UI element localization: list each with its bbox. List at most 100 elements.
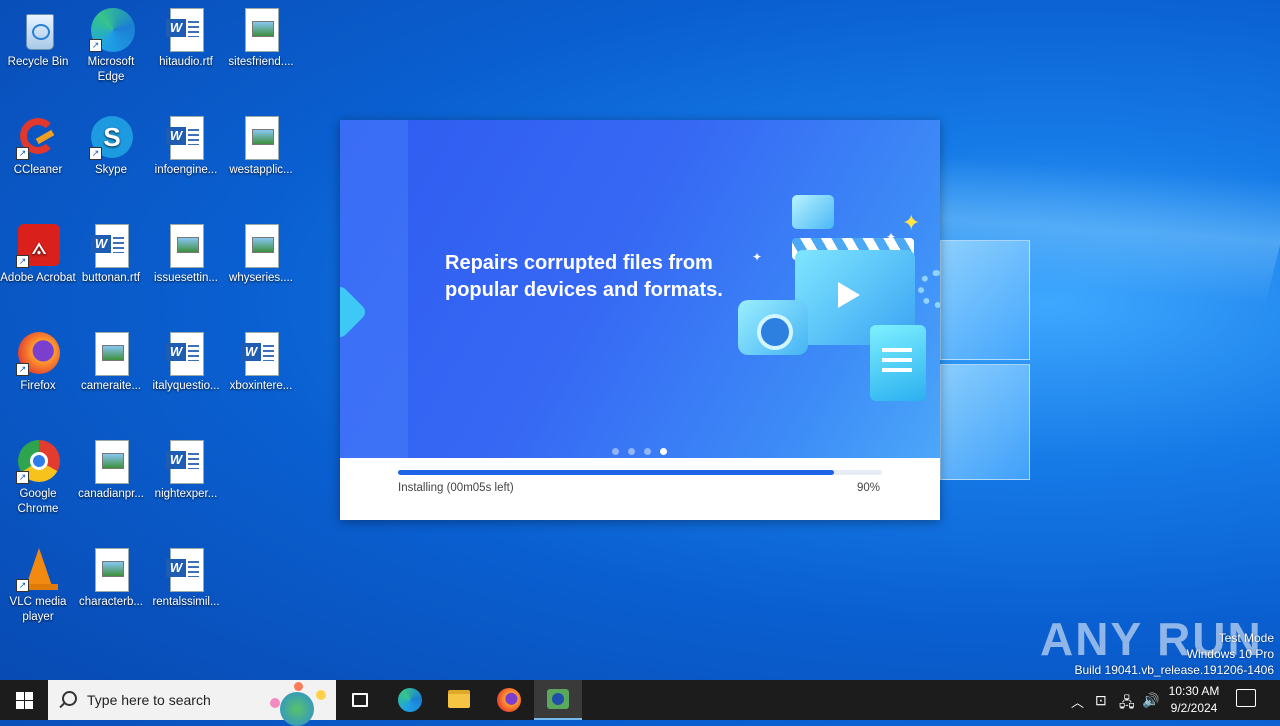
edge-icon [398,688,422,712]
network-icon[interactable]: 🖧 [1119,692,1135,716]
desktop-icon-label: nightexper... [154,488,218,500]
taskbar: Type here to search ︿ ⊡ 🖧 🔊 10:30 AM 9/2… [0,680,1280,726]
image-file-icon [89,548,133,592]
install-status-text: Installing (00m05s left) [398,482,514,494]
installer-window[interactable]: Repairs corrupted files from popular dev… [340,120,940,520]
desktop-icon-label: Adobe Acrobat [0,272,76,284]
firefox-icon [497,688,521,712]
taskbar-search-box[interactable]: Type here to search [48,680,336,726]
desktop-icon-label: hitaudio.rtf [159,56,213,68]
desktop-icon-label: Recycle Bin [7,56,69,68]
desktop-icon-infoengine[interactable]: W infoengine... [148,116,224,178]
shortcut-arrow-icon: ↗ [16,363,29,376]
desktop-icon-google-chrome[interactable]: ↗ Google Chrome [0,440,76,517]
skype-icon: S ↗ [89,116,133,160]
installer-icon-badge [552,693,564,705]
image-file-icon [89,440,133,484]
desktop-icon-buttonan[interactable]: W buttonan.rtf [73,224,149,286]
desktop-icon-label: westapplic... [229,164,293,176]
word-document-icon: W [164,8,208,52]
image-file-icon [239,224,283,268]
desktop-icon-label: Microsoft Edge [87,56,135,83]
play-icon [838,282,860,308]
desktop-icon-issuesettin[interactable]: issuesettin... [148,224,224,286]
chrome-icon: ↗ [16,440,60,484]
vlc-cone-icon: ↗ [16,548,60,592]
windows-wallpaper-logo [930,240,1030,480]
desktop-icon-westapplic[interactable]: westapplic... [223,116,299,178]
desktop-icon-xboxintere[interactable]: W xboxintere... [223,332,299,394]
word-document-icon: W [164,116,208,160]
desktop-icon-whyseries[interactable]: whyseries.... [223,224,299,286]
taskbar-file-explorer-button[interactable] [435,680,483,720]
desktop-icon-canadianpr[interactable]: canadianpr... [73,440,149,502]
desktop-icon-vlc[interactable]: ↗ VLC media player [0,548,76,625]
desktop-icon-label: cameraite... [80,380,142,392]
shortcut-arrow-icon: ↗ [16,147,29,160]
slide-dot[interactable] [612,448,619,455]
desktop-icon-ccleaner[interactable]: ↗ CCleaner [0,116,76,178]
task-view-button[interactable] [336,680,384,720]
slide-dot[interactable] [628,448,635,455]
image-file-icon [239,116,283,160]
camera-lens-icon [757,314,793,350]
desktop-icon-skype[interactable]: S ↗ Skype [73,116,149,178]
taskbar-edge-button[interactable] [386,680,434,720]
recycle-bin-icon [16,8,60,52]
word-document-icon: W [164,332,208,376]
meet-now-icon[interactable]: ⊡ [1095,692,1107,709]
shortcut-arrow-icon: ↗ [16,471,29,484]
firefox-icon: ↗ [16,332,60,376]
desktop-icon-label: xboxintere... [229,380,293,392]
image-file-icon [164,224,208,268]
desktop-icon-label: rentalssimil... [152,596,220,608]
desktop-icon-firefox[interactable]: ↗ Firefox [0,332,76,394]
edge-icon: ↗ [89,8,135,52]
watermark-test-mode: Test Mode [1218,631,1274,645]
ccleaner-icon: ↗ [16,116,60,160]
desktop-icon-characterb[interactable]: characterb... [73,548,149,610]
desktop-icon-sitesfriend[interactable]: sitesfriend.... [223,8,299,70]
volume-icon[interactable]: 🔊 [1142,692,1159,709]
sparkle-icon: ✦ [902,210,921,235]
slide-indicator [612,442,676,458]
desktop-icon-label: whyseries.... [229,272,293,284]
clock-date: 9/2/2024 [1170,701,1218,715]
desktop-icon-adobe-acrobat[interactable]: ⟑ ↗ Adobe Acrobat [0,224,76,286]
desktop-icon-nightexper[interactable]: W nightexper... [148,440,224,502]
gear-icon [918,270,940,308]
desktop-icon-cameraite[interactable]: cameraite... [73,332,149,394]
desktop-icon-label: VLC media player [9,596,67,623]
banner-side-panel [340,120,408,458]
taskbar-firefox-button[interactable] [485,680,533,720]
windows-build-watermark: Test Mode Windows 10 Pro Build 19041.vb_… [1075,630,1275,678]
word-document-icon: W [164,440,208,484]
slide-dot[interactable] [644,448,651,455]
taskbar-clock[interactable]: 10:30 AM 9/2/2024 [1160,683,1228,717]
shortcut-arrow-icon: ↗ [16,255,29,268]
desktop-icon-label: Google Chrome [17,488,59,515]
desktop-icon-hitaudio[interactable]: W hitaudio.rtf [148,8,224,70]
show-hidden-icons-chevron[interactable]: ︿ [1071,692,1084,711]
desktop-icon-label: characterb... [79,596,143,608]
start-button[interactable] [0,680,48,720]
slide-dot[interactable] [660,448,667,455]
shortcut-arrow-icon: ↗ [89,147,102,160]
desktop-icon-label: CCleaner [13,164,63,176]
desktop-icon-label: Skype [95,164,127,176]
word-document-icon: W [89,224,133,268]
desktop-icon-label: buttonan.rtf [81,272,141,284]
desktop-icon-recycle-bin[interactable]: Recycle Bin [0,8,76,70]
desktop-icon-label: issuesettin... [154,272,218,284]
installer-slogan: Repairs corrupted files from popular dev… [445,252,723,301]
desktop-icon-edge[interactable]: ↗ Microsoft Edge [73,8,149,85]
clock-time: 10:30 AM [1168,684,1220,698]
desktop-icon-label: Firefox [20,380,56,392]
sparkle-icon: ✦ [752,250,763,264]
desktop-icon-rentalssimil[interactable]: W rentalssimil... [148,548,224,610]
desktop-icon-italyquestio[interactable]: W italyquestio... [148,332,224,394]
taskbar-installer-button[interactable] [534,680,582,720]
document-lines [882,348,912,376]
installer-banner: Repairs corrupted files from popular dev… [340,120,940,458]
action-center-icon[interactable] [1236,689,1256,707]
